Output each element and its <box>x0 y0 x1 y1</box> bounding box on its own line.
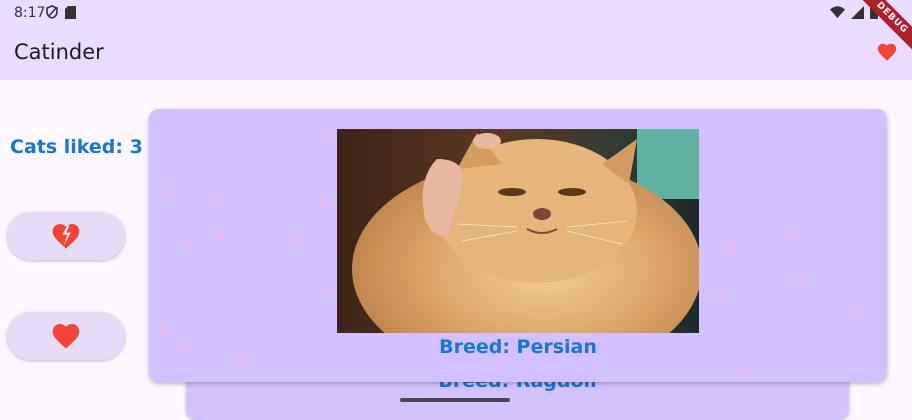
app-title: Catinder <box>14 40 104 64</box>
breed-label: Breed: Persian <box>439 336 597 358</box>
paw-icon <box>789 232 801 242</box>
paw-icon <box>289 234 301 244</box>
cats-liked-counter: Cats liked: 3 <box>10 136 143 158</box>
status-bar: 8:17 <box>0 0 912 26</box>
paw-icon <box>795 276 807 286</box>
broken-heart-icon <box>52 224 80 249</box>
heart-icon[interactable] <box>876 41 898 63</box>
app-bar: Catinder <box>0 26 912 80</box>
like-button[interactable] <box>7 312 125 360</box>
heart-icon <box>52 324 80 349</box>
cat-card[interactable]: Breed: Persian <box>149 109 887 382</box>
paw-icon <box>167 188 179 198</box>
paw-icon <box>317 196 329 206</box>
paw-icon <box>317 286 329 296</box>
wifi-icon <box>830 6 845 18</box>
paw-icon <box>715 288 727 298</box>
paw-icon <box>321 130 333 140</box>
paw-icon <box>849 306 861 316</box>
cat-photo <box>337 129 699 333</box>
home-indicator[interactable] <box>400 398 510 402</box>
paw-icon <box>183 238 195 248</box>
signal-icon <box>851 5 864 19</box>
shield-icon <box>46 5 58 19</box>
paw-icon <box>157 324 169 334</box>
paw-icon <box>725 242 737 252</box>
status-time: 8:17 <box>14 5 46 21</box>
paw-icon <box>215 232 227 242</box>
paw-icon <box>737 366 749 376</box>
paw-icon <box>209 196 221 206</box>
dislike-button[interactable] <box>7 212 125 260</box>
sd-card-icon <box>65 5 76 19</box>
paw-icon <box>233 358 245 368</box>
